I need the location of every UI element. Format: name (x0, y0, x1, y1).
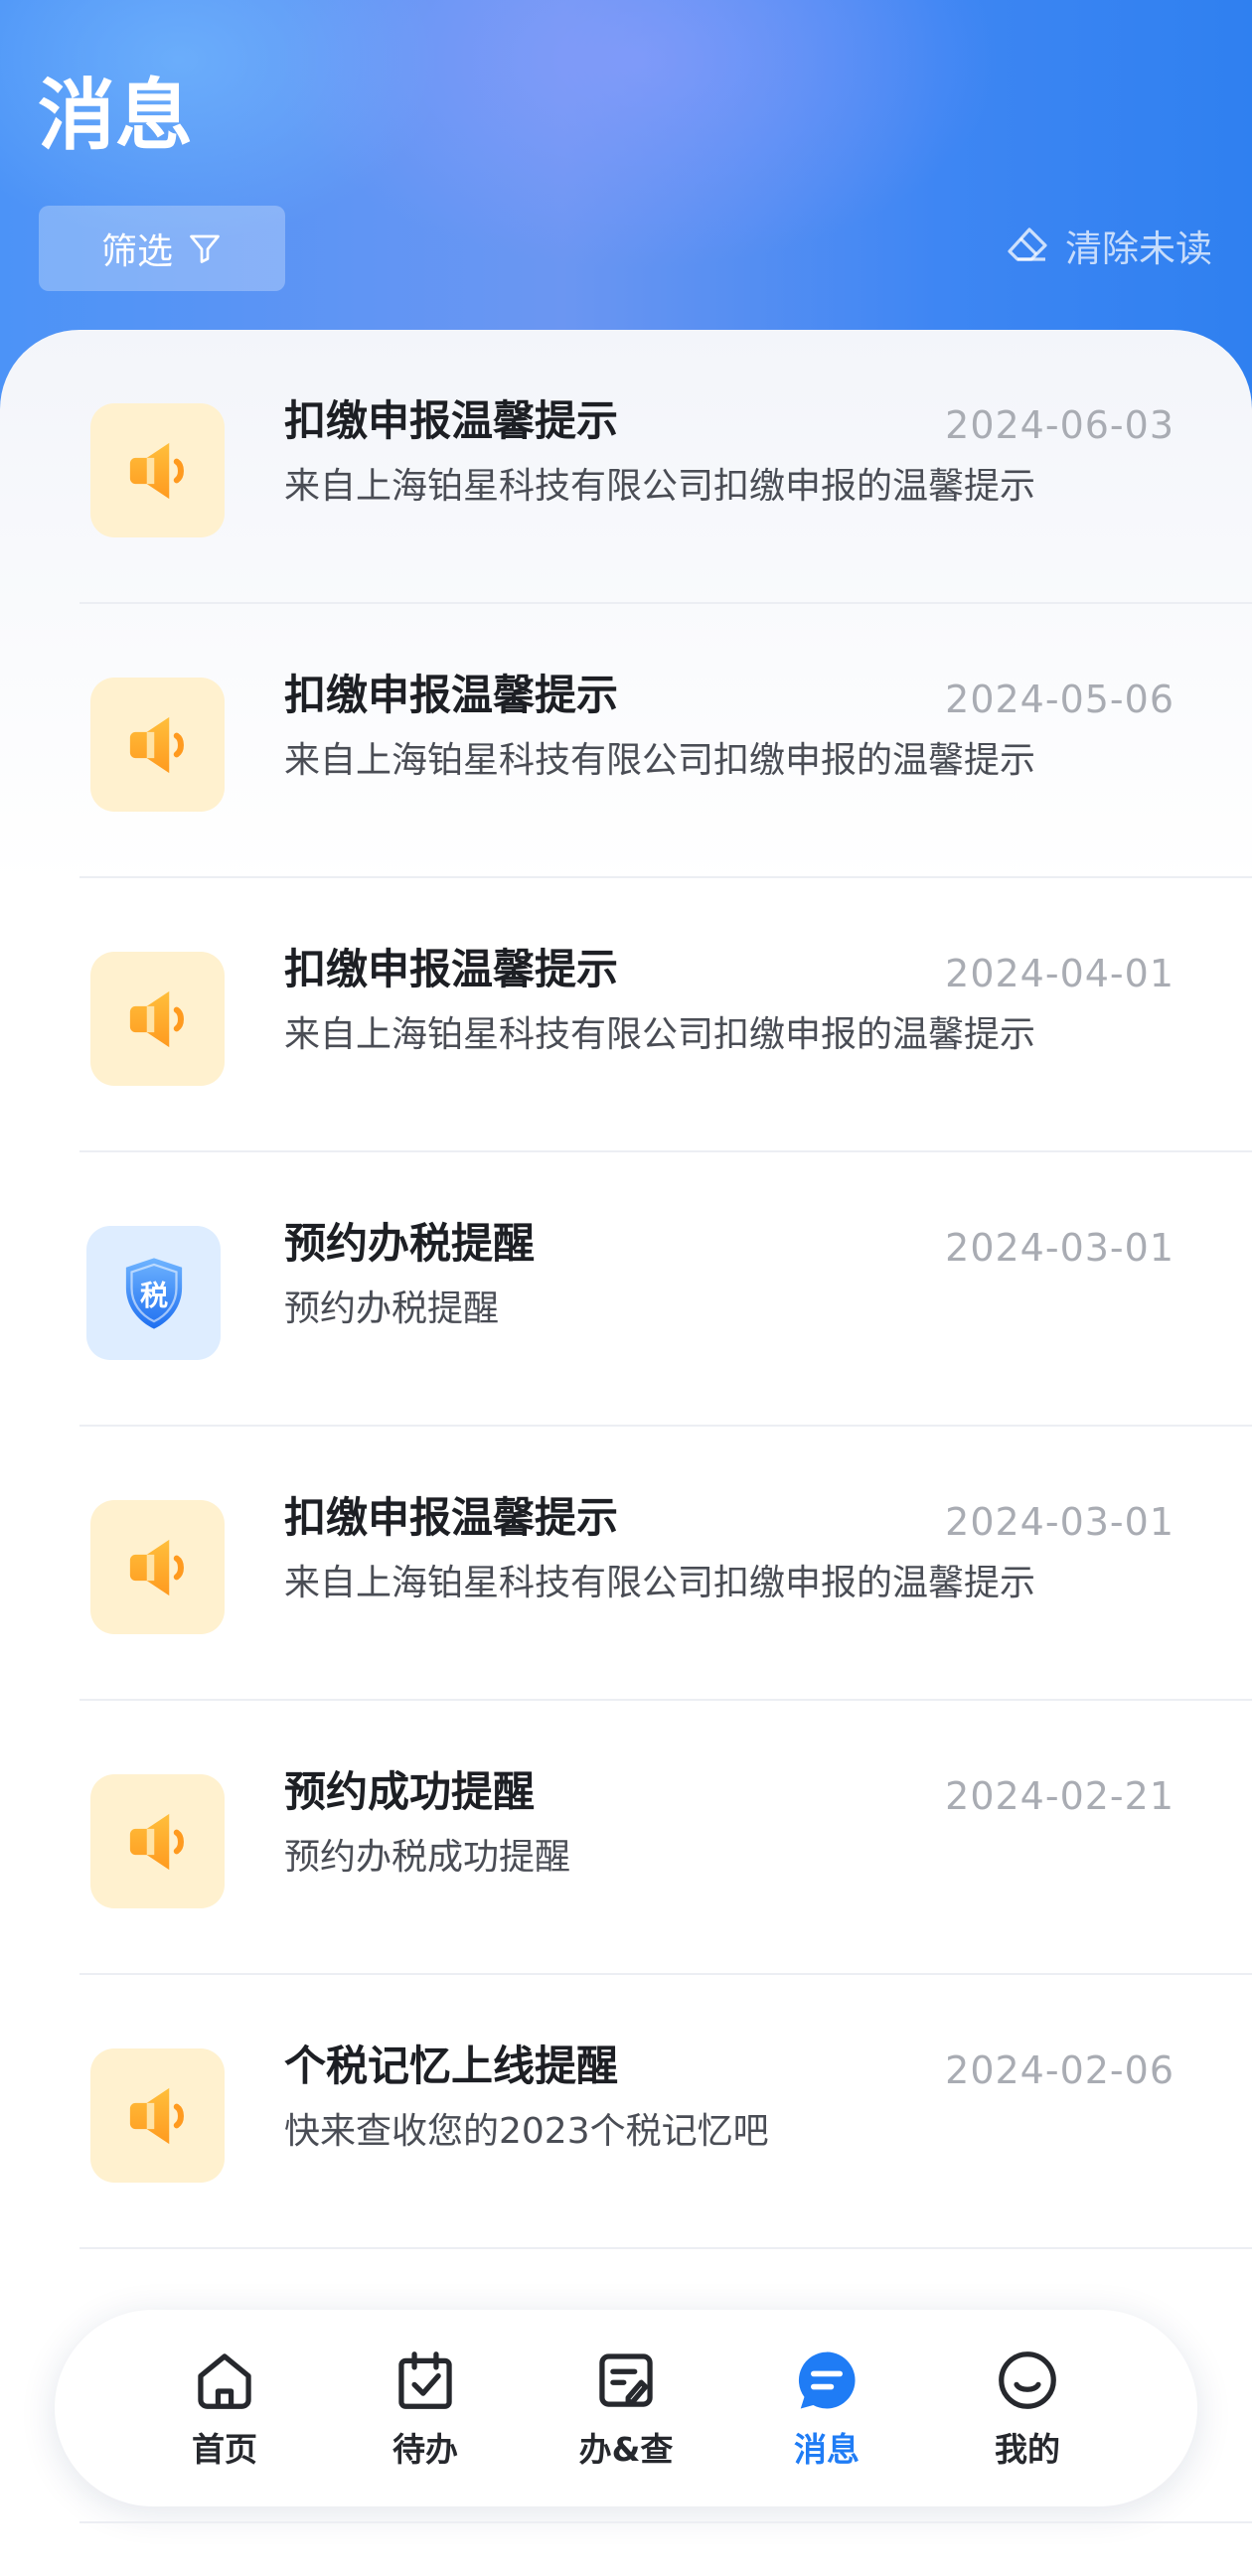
tab-todo[interactable]: 待办 (346, 2346, 505, 2471)
clear-unread-button[interactable]: 清除未读 (1004, 215, 1212, 276)
speaker-icon (90, 678, 225, 812)
edit-doc-icon (599, 2353, 653, 2407)
speaker-icon (90, 403, 225, 537)
tab-label: 我的 (995, 2430, 1060, 2469)
message-date: 2024-02-21 (945, 1774, 1174, 1818)
tax-shield-icon: 税 (86, 1226, 221, 1360)
message-item[interactable]: 扣缴申报温馨提示来自上海铂星科技有限公司扣缴申报的温馨提示 2024-06-03 (0, 330, 1252, 604)
message-date: 2024-02-06 (945, 2048, 1174, 2092)
message-title: 扣缴申报温馨提示 (284, 396, 619, 445)
message-title: 扣缴申报温馨提示 (284, 1493, 619, 1542)
message-subtitle: 来自上海铂星科技有限公司扣缴申报的温馨提示 (284, 740, 1036, 781)
message-date: 2024-06-03 (945, 403, 1174, 447)
tab-handle-query[interactable]: 办&查 (547, 2346, 705, 2471)
message-title: 预约办税提醒 (284, 1219, 536, 1268)
clear-unread-label: 清除未读 (1065, 227, 1212, 270)
bottom-tab-bar: 首页 待办 办&查 消息 我的 (55, 2310, 1197, 2506)
message-subtitle: 预约办税提醒 (284, 1288, 500, 1329)
message-date: 2024-03-01 (945, 1500, 1174, 1544)
message-date: 2024-03-01 (945, 1226, 1174, 1270)
smile-icon (999, 2351, 1056, 2409)
message-date: 2024-04-01 (945, 952, 1174, 995)
filter-label: 筛选 (100, 231, 173, 272)
message-subtitle: 来自上海铂星科技有限公司扣缴申报的温馨提示 (284, 466, 1036, 507)
message-icon (798, 2351, 856, 2409)
filter-button[interactable]: 筛选 (39, 206, 285, 291)
tab-label: 消息 (794, 2430, 860, 2469)
message-subtitle: 预约办税成功提醒 (284, 1837, 571, 1878)
divider (79, 2521, 1252, 2523)
eraser-icon (1008, 227, 1047, 261)
message-title: 个税记忆上线提醒 (284, 2042, 619, 2090)
message-title: 预约成功提醒 (284, 1767, 536, 1816)
tab-mine[interactable]: 我的 (948, 2346, 1107, 2471)
message-subtitle: 来自上海铂星科技有限公司扣缴申报的温馨提示 (284, 1563, 1036, 1603)
speaker-icon (90, 1774, 225, 1908)
tab-home[interactable]: 首页 (145, 2346, 304, 2471)
tab-label: 办&查 (578, 2430, 674, 2469)
message-subtitle: 来自上海铂星科技有限公司扣缴申报的温馨提示 (284, 1014, 1036, 1055)
calendar-check-icon (398, 2351, 452, 2409)
speaker-icon (90, 1500, 225, 1634)
filter-icon (190, 234, 220, 263)
message-item[interactable]: 扣缴申报温馨提示来自上海铂星科技有限公司扣缴申报的温馨提示 2024-05-06 (0, 604, 1252, 878)
message-item[interactable]: 税 预约办税提醒 预约办税提醒 2024-03-01 (0, 1152, 1252, 1427)
tab-label: 待办 (392, 2430, 458, 2469)
message-subtitle: 快来查收您的2023个税记忆吧 (284, 2111, 769, 2152)
message-title: 扣缴申报温馨提示 (284, 671, 619, 719)
page-title: 消息 (38, 72, 194, 161)
message-item[interactable]: 扣缴申报温馨提示来自上海铂星科技有限公司扣缴申报的温馨提示 2024-03-01 (0, 1427, 1252, 1701)
message-date: 2024-05-06 (945, 678, 1174, 721)
speaker-icon (90, 952, 225, 1086)
tab-messages[interactable]: 消息 (747, 2346, 906, 2471)
tax-label: 税 (139, 1279, 167, 1311)
speaker-icon (90, 2048, 225, 2183)
home-icon (198, 2353, 251, 2409)
message-item[interactable]: 个税记忆上线提醒快来查收您的2023个税记忆吧 2024-02-06 (0, 1975, 1252, 2249)
message-title: 扣缴申报温馨提示 (284, 945, 619, 993)
message-item[interactable]: 预约成功提醒预约办税成功提醒 2024-02-21 (0, 1701, 1252, 1975)
divider (79, 2247, 1252, 2249)
tab-label: 首页 (192, 2430, 257, 2469)
message-item[interactable]: 扣缴申报温馨提示来自上海铂星科技有限公司扣缴申报的温馨提示 2024-04-01 (0, 878, 1252, 1152)
